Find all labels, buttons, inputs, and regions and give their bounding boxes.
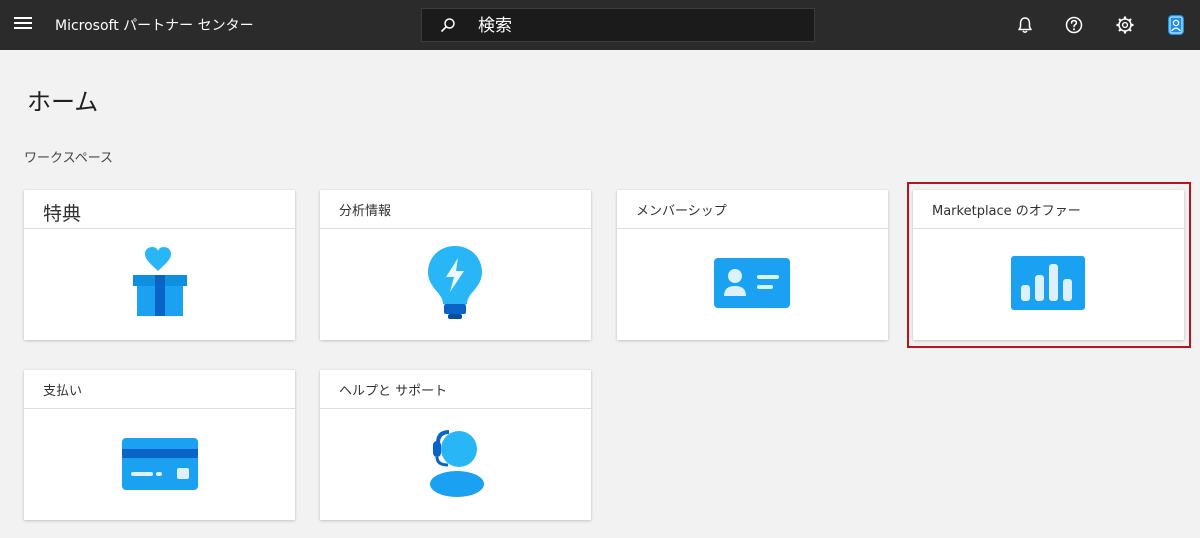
tile-label: 分析情報 <box>320 190 591 229</box>
tile-label: メンバーシップ <box>617 190 888 229</box>
search-box[interactable] <box>421 8 815 42</box>
lightbulb-icon <box>428 246 482 319</box>
tile-label: 特典 <box>24 190 295 229</box>
menu-icon[interactable] <box>14 17 32 31</box>
tile-label: Marketplace のオファー <box>913 190 1184 229</box>
top-bar: Microsoft パートナー センター <box>0 0 1200 50</box>
app-title[interactable]: Microsoft パートナー センター <box>55 15 254 35</box>
help-icon[interactable] <box>1063 14 1085 36</box>
id-card-icon <box>714 258 790 308</box>
search-icon <box>440 18 455 33</box>
user-avatar-icon[interactable] <box>1165 14 1187 36</box>
credit-card-icon <box>122 438 198 490</box>
search-input[interactable] <box>478 14 798 38</box>
tile-label: 支払い <box>24 370 295 409</box>
tile-marketplace-offers[interactable]: Marketplace のオファー <box>913 190 1184 340</box>
tile-membership[interactable]: メンバーシップ <box>617 190 888 340</box>
bar-chart-icon <box>1011 256 1085 310</box>
tile-label: ヘルプと サポート <box>320 370 591 409</box>
gift-icon <box>133 247 187 316</box>
support-agent-icon <box>430 430 484 497</box>
tile-benefits[interactable]: 特典 <box>24 190 295 340</box>
tile-insights[interactable]: 分析情報 <box>320 190 591 340</box>
section-label-workspaces: ワークスペース <box>24 151 114 166</box>
tile-help-support[interactable]: ヘルプと サポート <box>320 370 591 520</box>
gear-icon[interactable] <box>1114 14 1136 36</box>
tile-payments[interactable]: 支払い <box>24 370 295 520</box>
page-title: ホーム <box>27 88 99 116</box>
bell-icon[interactable] <box>1014 14 1036 36</box>
